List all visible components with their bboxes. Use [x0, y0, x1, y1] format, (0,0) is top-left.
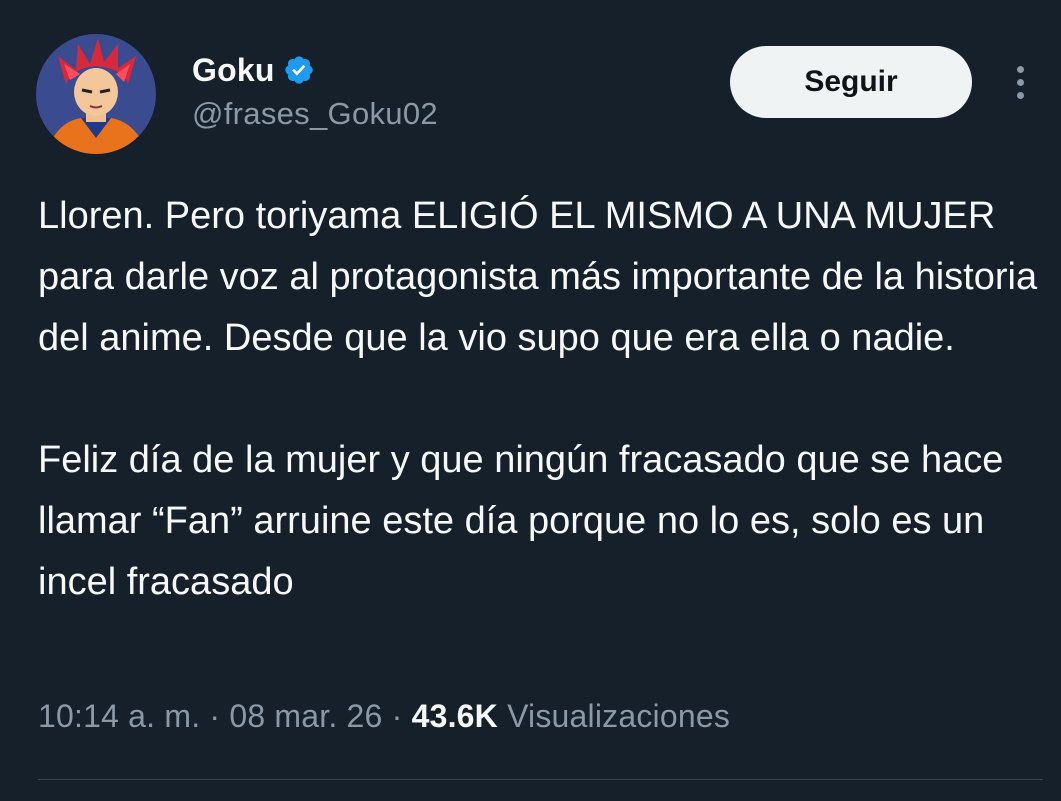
- tweet-text: Lloren. Pero toriyama ELIGIÓ EL MISMO A …: [38, 186, 1038, 613]
- more-options-button[interactable]: [1000, 60, 1040, 104]
- paragraph-spacer: [38, 369, 1038, 430]
- author-name-row: Goku: [192, 50, 315, 90]
- author-display-name[interactable]: Goku: [192, 52, 275, 89]
- goku-avatar-icon: [36, 34, 156, 154]
- meta-separator: ·: [209, 698, 221, 734]
- tweet-paragraph: Feliz día de la mujer y que ningún fraca…: [38, 439, 1004, 603]
- divider: [38, 779, 1043, 780]
- tweet-card: Goku @frases_Goku02 Seguir Lloren. Pero …: [0, 0, 1061, 801]
- meta-separator: ·: [391, 698, 403, 734]
- more-vertical-icon-dot: [1016, 78, 1024, 86]
- tweet-paragraph: Lloren. Pero toriyama ELIGIÓ EL MISMO A …: [38, 195, 1038, 359]
- more-vertical-icon-dot: [1016, 91, 1024, 99]
- views-label: Visualizaciones: [507, 698, 731, 734]
- author-handle[interactable]: @frases_Goku02: [192, 96, 438, 132]
- views-count[interactable]: 43.6K: [412, 698, 498, 734]
- follow-button[interactable]: Seguir: [730, 46, 972, 118]
- verified-badge-icon: [284, 56, 313, 84]
- tweet-meta: 10:14 a. m. · 08 mar. 26 · 43.6K Visuali…: [38, 698, 730, 735]
- tweet-time[interactable]: 10:14 a. m.: [38, 698, 200, 734]
- more-vertical-icon-dot: [1016, 65, 1024, 73]
- avatar[interactable]: [36, 34, 156, 154]
- tweet-date[interactable]: 08 mar. 26: [229, 698, 382, 734]
